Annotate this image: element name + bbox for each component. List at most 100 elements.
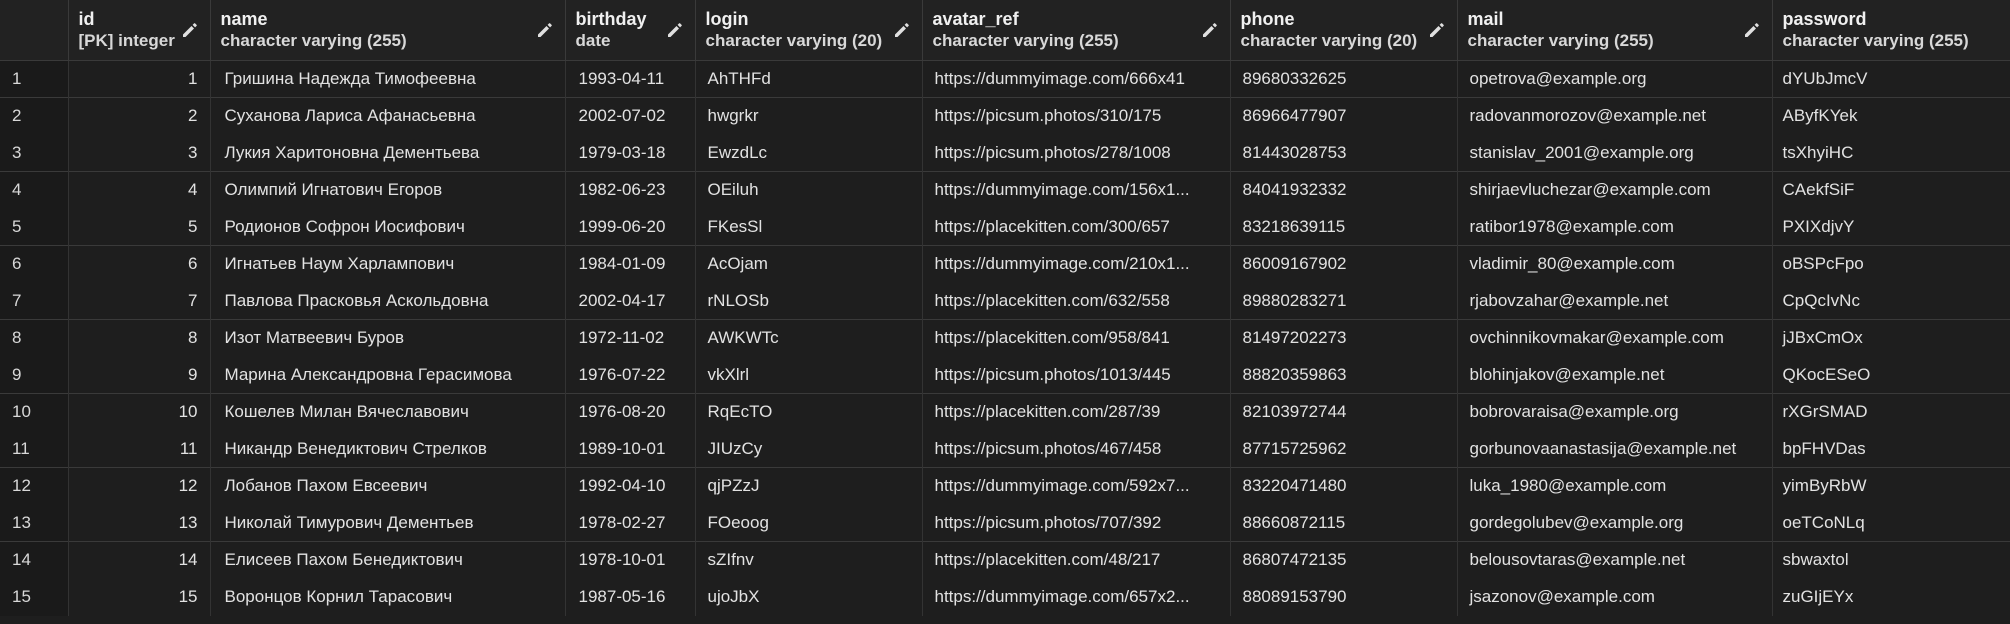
cell-mail[interactable]: rjabovzahar@example.net	[1457, 282, 1773, 320]
cell-login[interactable]: qjPZzJ	[695, 467, 923, 505]
table-row[interactable]: 13 13 Николай Тимурович Дементьев 1978-0…	[0, 504, 2010, 542]
cell-login[interactable]: OEiluh	[695, 171, 923, 209]
cell-password[interactable]: oBSPcFpo	[1772, 245, 2010, 283]
pencil-icon[interactable]	[665, 20, 685, 40]
cell-avatar-ref[interactable]: https://picsum.photos/1013/445	[922, 356, 1231, 394]
row-number-header[interactable]	[0, 0, 69, 61]
row-number[interactable]: 13	[0, 504, 69, 542]
cell-password[interactable]: zuGIjEYx	[1772, 578, 2010, 616]
table-row[interactable]: 15 15 Воронцов Корнил Тарасович 1987-05-…	[0, 578, 2010, 616]
cell-name[interactable]: Лобанов Пахом Евсеевич	[210, 467, 566, 505]
cell-phone[interactable]: 81497202273	[1230, 319, 1458, 357]
cell-name[interactable]: Родионов Софрон Иосифович	[210, 208, 566, 246]
row-number[interactable]: 1	[0, 60, 69, 98]
cell-phone[interactable]: 89680332625	[1230, 60, 1458, 98]
cell-phone[interactable]: 86807472135	[1230, 541, 1458, 579]
cell-password[interactable]: CAekfSiF	[1772, 171, 2010, 209]
cell-avatar-ref[interactable]: https://picsum.photos/467/458	[922, 430, 1231, 468]
pencil-icon[interactable]	[1742, 20, 1762, 40]
cell-mail[interactable]: jsazonov@example.com	[1457, 578, 1773, 616]
cell-avatar-ref[interactable]: https://placekitten.com/300/657	[922, 208, 1231, 246]
row-number[interactable]: 8	[0, 319, 69, 357]
cell-id[interactable]: 4	[68, 171, 211, 209]
cell-phone[interactable]: 83218639115	[1230, 208, 1458, 246]
cell-id[interactable]: 7	[68, 282, 211, 320]
cell-name[interactable]: Елисеев Пахом Бенедиктович	[210, 541, 566, 579]
pencil-icon[interactable]	[180, 20, 200, 40]
cell-birthday[interactable]: 1972-11-02	[565, 319, 696, 357]
cell-login[interactable]: FOeoog	[695, 504, 923, 542]
cell-birthday[interactable]: 1993-04-11	[565, 60, 696, 98]
cell-id[interactable]: 2	[68, 97, 211, 135]
table-row[interactable]: 11 11 Никандр Венедиктович Стрелков 1989…	[0, 430, 2010, 468]
cell-id[interactable]: 1	[68, 60, 211, 98]
table-row[interactable]: 2 2 Суханова Лариса Афанасьевна 2002-07-…	[0, 97, 2010, 135]
cell-birthday[interactable]: 1976-07-22	[565, 356, 696, 394]
cell-id[interactable]: 3	[68, 134, 211, 172]
cell-login[interactable]: AWKWTc	[695, 319, 923, 357]
cell-avatar-ref[interactable]: https://dummyimage.com/210x1...	[922, 245, 1231, 283]
cell-name[interactable]: Марина Александровна Герасимова	[210, 356, 566, 394]
cell-phone[interactable]: 89880283271	[1230, 282, 1458, 320]
column-header-id[interactable]: id [PK] integer	[68, 0, 211, 61]
cell-phone[interactable]: 88660872115	[1230, 504, 1458, 542]
cell-mail[interactable]: bobrovaraisa@example.org	[1457, 393, 1773, 431]
cell-mail[interactable]: radovanmorozov@example.net	[1457, 97, 1773, 135]
cell-birthday[interactable]: 1999-06-20	[565, 208, 696, 246]
row-number[interactable]: 9	[0, 356, 69, 394]
cell-mail[interactable]: gordegolubev@example.org	[1457, 504, 1773, 542]
pencil-icon[interactable]	[892, 20, 912, 40]
row-number[interactable]: 11	[0, 430, 69, 468]
row-number[interactable]: 15	[0, 578, 69, 616]
row-number[interactable]: 14	[0, 541, 69, 579]
cell-password[interactable]: oeTCoNLq	[1772, 504, 2010, 542]
cell-avatar-ref[interactable]: https://dummyimage.com/156x1...	[922, 171, 1231, 209]
cell-phone[interactable]: 81443028753	[1230, 134, 1458, 172]
cell-name[interactable]: Кошелев Милан Вячеславович	[210, 393, 566, 431]
cell-name[interactable]: Гришина Надежда Тимофеевна	[210, 60, 566, 98]
cell-birthday[interactable]: 1992-04-10	[565, 467, 696, 505]
cell-avatar-ref[interactable]: https://placekitten.com/958/841	[922, 319, 1231, 357]
row-number[interactable]: 7	[0, 282, 69, 320]
cell-password[interactable]: CpQcIvNc	[1772, 282, 2010, 320]
cell-login[interactable]: JIUzCy	[695, 430, 923, 468]
cell-birthday[interactable]: 1979-03-18	[565, 134, 696, 172]
cell-password[interactable]: QKocESeO	[1772, 356, 2010, 394]
cell-name[interactable]: Воронцов Корнил Тарасович	[210, 578, 566, 616]
table-row[interactable]: 14 14 Елисеев Пахом Бенедиктович 1978-10…	[0, 541, 2010, 579]
cell-login[interactable]: AcOjam	[695, 245, 923, 283]
table-row[interactable]: 7 7 Павлова Прасковья Аскольдовна 2002-0…	[0, 282, 2010, 320]
row-number[interactable]: 4	[0, 171, 69, 209]
cell-mail[interactable]: gorbunovaanastasija@example.net	[1457, 430, 1773, 468]
cell-password[interactable]: tsXhyiHC	[1772, 134, 2010, 172]
table-row[interactable]: 3 3 Лукия Харитоновна Дементьева 1979-03…	[0, 134, 2010, 172]
pencil-icon[interactable]	[535, 20, 555, 40]
row-number[interactable]: 2	[0, 97, 69, 135]
column-header-password[interactable]: password character varying (255)	[1772, 0, 2010, 61]
cell-mail[interactable]: blohinjakov@example.net	[1457, 356, 1773, 394]
cell-login[interactable]: FKesSl	[695, 208, 923, 246]
table-row[interactable]: 12 12 Лобанов Пахом Евсеевич 1992-04-10 …	[0, 467, 2010, 505]
cell-phone[interactable]: 88089153790	[1230, 578, 1458, 616]
cell-login[interactable]: hwgrkr	[695, 97, 923, 135]
cell-id[interactable]: 6	[68, 245, 211, 283]
cell-mail[interactable]: luka_1980@example.com	[1457, 467, 1773, 505]
column-header-avatar-ref[interactable]: avatar_ref character varying (255)	[922, 0, 1231, 61]
cell-avatar-ref[interactable]: https://picsum.photos/707/392	[922, 504, 1231, 542]
row-number[interactable]: 10	[0, 393, 69, 431]
cell-name[interactable]: Суханова Лариса Афанасьевна	[210, 97, 566, 135]
cell-mail[interactable]: ovchinnikovmakar@example.com	[1457, 319, 1773, 357]
column-header-name[interactable]: name character varying (255)	[210, 0, 566, 61]
cell-avatar-ref[interactable]: https://picsum.photos/278/1008	[922, 134, 1231, 172]
cell-id[interactable]: 10	[68, 393, 211, 431]
column-header-mail[interactable]: mail character varying (255)	[1457, 0, 1773, 61]
cell-id[interactable]: 15	[68, 578, 211, 616]
cell-login[interactable]: EwzdLc	[695, 134, 923, 172]
cell-login[interactable]: AhTHFd	[695, 60, 923, 98]
cell-id[interactable]: 13	[68, 504, 211, 542]
cell-login[interactable]: rNLOSb	[695, 282, 923, 320]
cell-mail[interactable]: belousovtaras@example.net	[1457, 541, 1773, 579]
cell-login[interactable]: sZIfnv	[695, 541, 923, 579]
cell-birthday[interactable]: 2002-07-02	[565, 97, 696, 135]
row-number[interactable]: 6	[0, 245, 69, 283]
